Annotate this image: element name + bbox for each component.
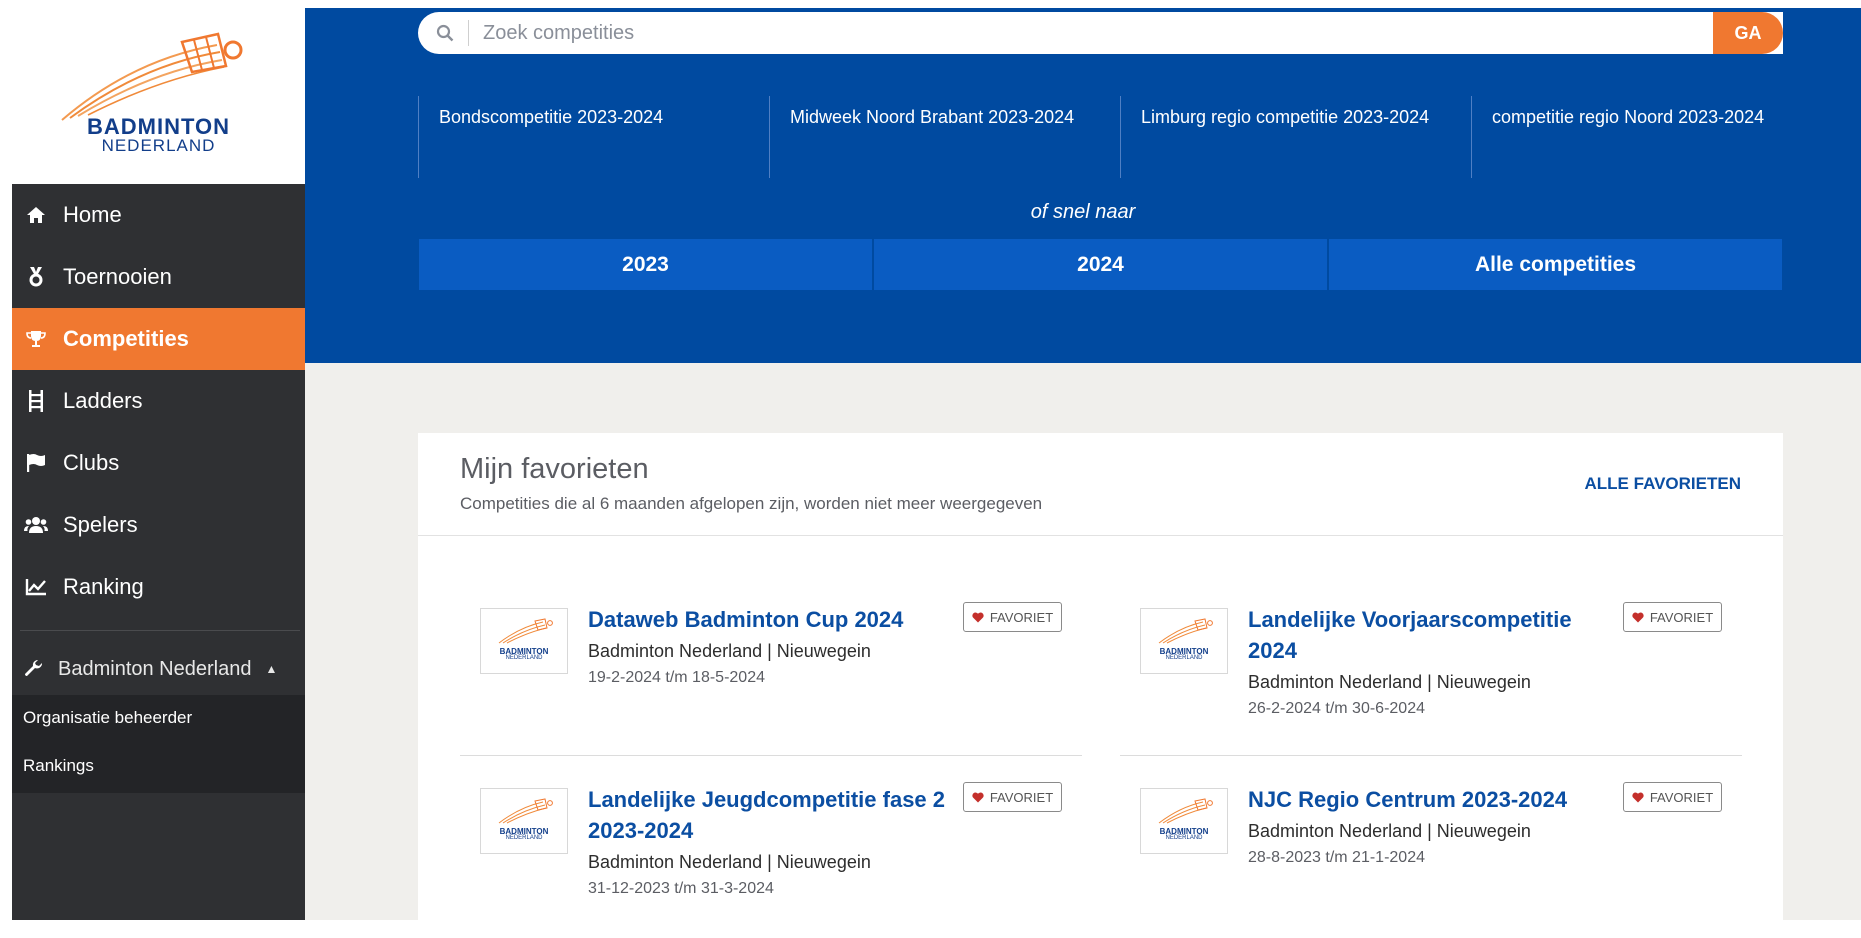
- thumb-text-nederland: NEDERLAND: [505, 655, 543, 661]
- competition-name-link[interactable]: Dataweb Badminton Cup 2024: [588, 604, 948, 635]
- row-divider: [460, 755, 1082, 756]
- thumb-text-nederland: NEDERLAND: [1165, 655, 1203, 661]
- subnav-item-organisatie-beheerder[interactable]: Organisatie beheerder: [23, 708, 192, 728]
- thumb-text-nederland: NEDERLAND: [1165, 835, 1203, 841]
- competition-logo: BADMINTON NEDERLAND: [480, 788, 568, 854]
- favorite-toggle-button[interactable]: FAVORIET: [963, 782, 1062, 812]
- quick-link-2024[interactable]: 2024: [874, 239, 1327, 290]
- competition-dates: 19-2-2024 t/m 18-5-2024: [588, 669, 765, 686]
- search-go-button[interactable]: GA: [1713, 12, 1783, 54]
- favorite-competition: BADMINTON NEDERLAND Landelijke Jeugdcomp…: [460, 782, 1062, 938]
- favorite-competition: BADMINTON NEDERLAND NJC Regio Centrum 20…: [1120, 782, 1722, 938]
- competition-dates: 28-8-2023 t/m 21-1-2024: [1248, 849, 1425, 866]
- row-divider: [1120, 755, 1742, 756]
- users-icon: [24, 516, 48, 534]
- competition-logo: BADMINTON NEDERLAND: [1140, 788, 1228, 854]
- shuttlecock-logo-icon: [498, 798, 553, 824]
- heart-icon: [1632, 792, 1644, 803]
- home-icon: [24, 206, 48, 224]
- competition-name-link[interactable]: Landelijke Voorjaarscompetitie 2024: [1248, 604, 1608, 666]
- caret-up-icon: ▲: [265, 662, 278, 676]
- suggestion-link[interactable]: Midweek Noord Brabant 2023-2024: [769, 96, 1104, 178]
- favorite-label: FAVORIET: [1649, 609, 1714, 625]
- quick-link-2023[interactable]: 2023: [419, 239, 872, 290]
- sidebar: BADMINTON NEDERLAND Home Toernooien Comp…: [0, 0, 305, 920]
- suggestion-link[interactable]: competitie regio Noord 2023-2024: [1471, 96, 1806, 178]
- competition-organizer: Badminton Nederland | Nieuwegein: [588, 852, 871, 872]
- logo-text-nederland: NEDERLAND: [101, 136, 216, 155]
- heart-icon: [1632, 612, 1644, 623]
- nav-label: Spelers: [63, 512, 138, 537]
- medal-icon: [24, 266, 48, 288]
- favorite-toggle-button[interactable]: FAVORIET: [1623, 602, 1722, 632]
- favorites-title: Mijn favorieten: [460, 453, 649, 485]
- competition-organizer: Badminton Nederland | Nieuwegein: [1248, 821, 1531, 841]
- competition-dates: 26-2-2024 t/m 30-6-2024: [1248, 700, 1425, 717]
- suggestion-link[interactable]: Bondscompetitie 2023-2024: [418, 96, 753, 178]
- quick-link-alle-competities[interactable]: Alle competities: [1329, 239, 1782, 290]
- heart-icon: [972, 612, 984, 623]
- nav-label: Home: [63, 202, 122, 227]
- subnav: Organisatie beheerder Rankings: [12, 695, 305, 793]
- chart-line-icon: [24, 578, 48, 596]
- competition-organizer: Badminton Nederland | Nieuwegein: [588, 641, 871, 661]
- nav-item-toernooien[interactable]: Toernooien: [12, 246, 305, 308]
- search-input[interactable]: [481, 20, 1685, 46]
- all-favorites-link[interactable]: ALLE FAVORIETEN: [1585, 474, 1741, 494]
- competition-logo: BADMINTON NEDERLAND: [1140, 608, 1228, 674]
- competition-organizer: Badminton Nederland | Nieuwegein: [1248, 672, 1531, 692]
- quick-links-label: of snel naar: [1030, 201, 1136, 223]
- nav-label: Competities: [63, 326, 189, 351]
- nav-item-clubs[interactable]: Clubs: [12, 432, 305, 494]
- nav-item-competities[interactable]: Competities: [12, 308, 305, 370]
- main-nav: Home Toernooien Competities Ladders Club…: [12, 184, 305, 920]
- logo[interactable]: BADMINTON NEDERLAND: [12, 0, 305, 184]
- trophy-icon: [24, 330, 48, 348]
- competition-name-link[interactable]: Landelijke Jeugdcompetitie fase 2 2023-2…: [588, 784, 948, 846]
- nav-section-label: Badminton Nederland: [58, 657, 252, 680]
- competition-dates: 31-12-2023 t/m 31-3-2024: [588, 880, 774, 897]
- favorites-subtitle: Competities die al 6 maanden afgelopen z…: [460, 494, 1043, 513]
- suggestion-link[interactable]: Limburg regio competitie 2023-2024: [1120, 96, 1455, 178]
- nav-item-ranking[interactable]: Ranking: [12, 556, 305, 618]
- favorite-toggle-button[interactable]: FAVORIET: [1623, 782, 1722, 812]
- nav-section-badminton-nederland[interactable]: Badminton Nederland ▲: [12, 644, 305, 694]
- favorite-label: FAVORIET: [989, 609, 1054, 625]
- search-bar: [418, 12, 1783, 54]
- wrench-icon: [22, 659, 46, 679]
- heart-icon: [972, 792, 984, 803]
- nav-item-ladders[interactable]: Ladders: [12, 370, 305, 432]
- card-divider: [418, 535, 1783, 536]
- nav-label: Clubs: [63, 450, 120, 475]
- competition-name-link[interactable]: NJC Regio Centrum 2023-2024: [1248, 784, 1608, 815]
- search-separator: [468, 20, 469, 46]
- competition-logo: BADMINTON NEDERLAND: [480, 608, 568, 674]
- nav-label: Ranking: [63, 574, 144, 599]
- thumb-text-nederland: NEDERLAND: [505, 835, 543, 841]
- shuttlecock-logo-icon: [498, 618, 553, 644]
- nav-item-home[interactable]: Home: [12, 184, 305, 246]
- ladder-icon: [24, 390, 48, 412]
- favorite-label: FAVORIET: [989, 789, 1054, 805]
- shuttlecock-logo-icon: [1158, 618, 1213, 644]
- search-icon: [436, 24, 456, 42]
- favorite-label: FAVORIET: [1649, 789, 1714, 805]
- favorite-competition: BADMINTON NEDERLAND Dataweb Badminton Cu…: [460, 602, 1062, 758]
- nav-label: Toernooien: [63, 264, 172, 289]
- nav-item-spelers[interactable]: Spelers: [12, 494, 305, 556]
- favorite-competition: BADMINTON NEDERLAND Landelijke Voorjaars…: [1120, 602, 1722, 758]
- flag-icon: [24, 453, 48, 473]
- favorites-card: Mijn favorieten Competities die al 6 maa…: [418, 433, 1783, 920]
- nav-label: Ladders: [63, 388, 143, 413]
- subnav-item-rankings[interactable]: Rankings: [23, 756, 94, 776]
- favorite-toggle-button[interactable]: FAVORIET: [963, 602, 1062, 632]
- nav-divider: [20, 630, 300, 631]
- shuttlecock-logo-icon: [1158, 798, 1213, 824]
- search-hero: GA Bondscompetitie 2023-2024 Midweek Noo…: [305, 8, 1861, 363]
